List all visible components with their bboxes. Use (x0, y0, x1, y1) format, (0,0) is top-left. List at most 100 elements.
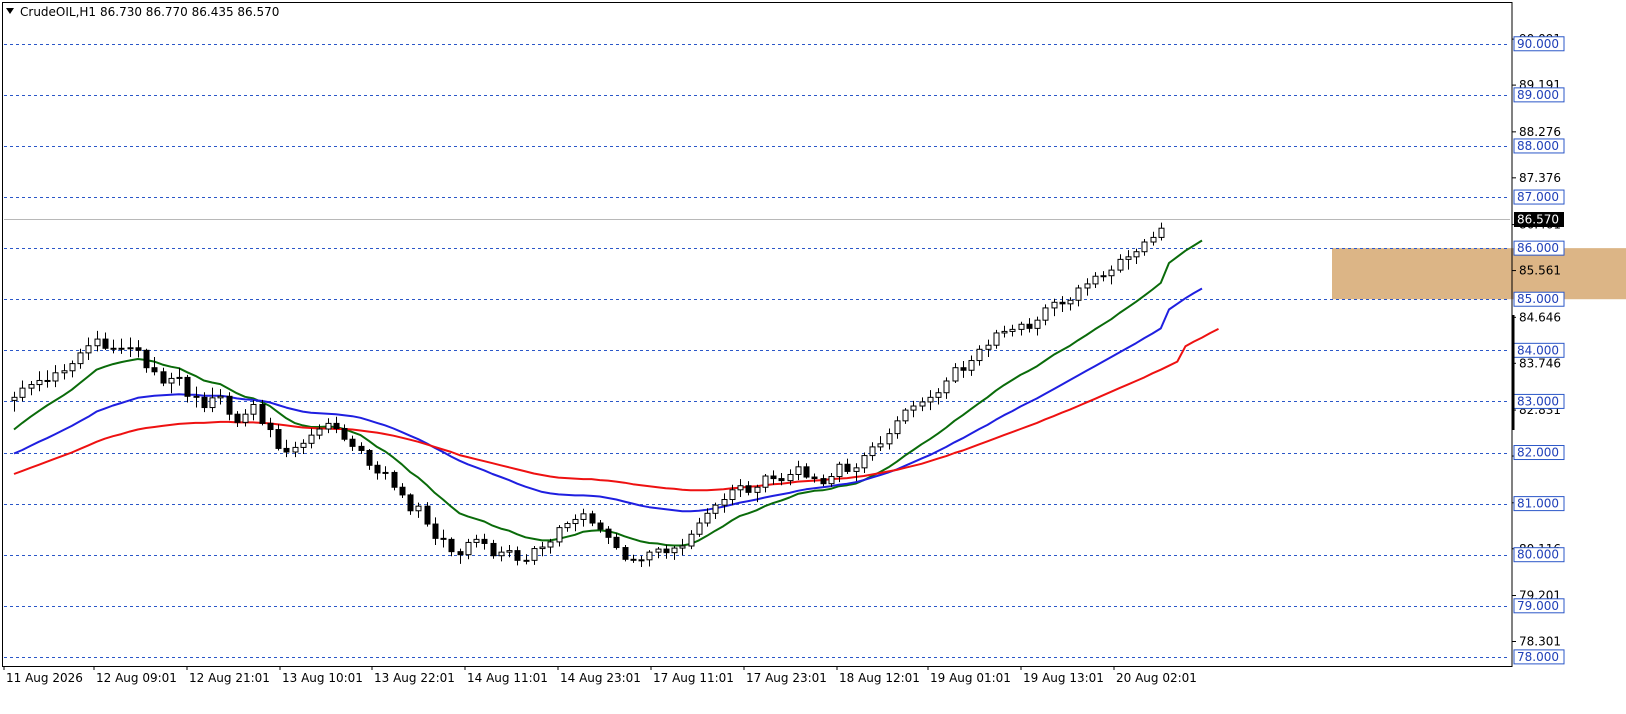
candle-body-up (704, 512, 711, 524)
candle-body-up (110, 347, 117, 350)
candle-body-down (770, 475, 777, 480)
candle-body-up (36, 379, 43, 386)
candle-body-down (514, 550, 521, 561)
candle-body-up (300, 442, 307, 448)
level-tag-label: 80.000 (1517, 548, 1559, 562)
candle-body-down (407, 494, 414, 512)
candle-body-up (19, 387, 26, 398)
candle-body-up (638, 559, 645, 562)
candle-body-up (952, 367, 959, 382)
candle-body-up (729, 489, 736, 501)
candle-body-down (1059, 301, 1066, 305)
candle-body-up (877, 443, 884, 448)
candle-body-up (1001, 330, 1008, 334)
candle-body-down (151, 367, 158, 373)
level-tag-label: 87.000 (1517, 190, 1559, 204)
candle-body-up (787, 473, 794, 482)
candle-body-up (1133, 251, 1140, 258)
candle-body-up (325, 422, 332, 430)
candle-body-up (250, 403, 257, 415)
candle-body-up (498, 551, 505, 557)
candle-body-down (457, 551, 464, 556)
candle-body-up (671, 547, 678, 554)
supply-demand-zone[interactable] (1332, 248, 1626, 300)
level-tag-label: 78.000 (1517, 650, 1559, 664)
candle-body-up (762, 475, 769, 488)
candle-body-down (275, 429, 282, 449)
candle-body-up (168, 377, 175, 384)
level-tag-label: 79.000 (1517, 599, 1559, 613)
candle-body-up (176, 376, 183, 379)
candle-body-up (1141, 241, 1148, 253)
candle-body-up (292, 446, 299, 453)
candle-body-up (1067, 299, 1074, 305)
candle-body-up (655, 548, 662, 553)
candle-body-up (1075, 287, 1082, 301)
time-tick-label: 18 Aug 12:01 (839, 671, 920, 685)
candle-body-down (630, 558, 637, 561)
time-tick-label: 14 Aug 23:01 (560, 671, 641, 685)
level-tag-label: 81.000 (1517, 497, 1559, 511)
candle[interactable] (622, 544, 629, 562)
candle-body-down (333, 422, 340, 430)
candle-body-up (94, 338, 101, 347)
candle-body-up (886, 433, 893, 445)
candle-body-up (52, 372, 59, 382)
time-tick-label: 19 Aug 13:01 (1023, 671, 1104, 685)
candle-body-down (102, 338, 109, 349)
candle-body-down (490, 542, 497, 557)
candle-body-up (1018, 323, 1025, 330)
chart-background (0, 0, 1626, 714)
candle-body-up (1084, 283, 1091, 289)
candle-body-down (663, 548, 670, 554)
candle-body-up (580, 513, 587, 520)
price-tick-label: 84.646 (1519, 310, 1561, 324)
candle-body-up (1150, 236, 1157, 243)
candle-body-down (201, 396, 208, 409)
candle-body-down (399, 486, 406, 496)
candle-body-up (795, 466, 802, 475)
candle-body-up (308, 434, 315, 444)
candle-body-down (1026, 323, 1033, 329)
candle-body-up (754, 486, 761, 493)
candle-body-up (61, 370, 68, 374)
candle-body-down (481, 538, 488, 544)
time-tick-label: 13 Aug 22:01 (374, 671, 455, 685)
candle-body-up (828, 476, 835, 485)
candle-body-up (415, 505, 422, 512)
candle-body-up (1042, 307, 1049, 321)
time-tick-label: 14 Aug 11:01 (467, 671, 548, 685)
candle-body-down (44, 379, 51, 382)
candle-body-up (382, 471, 389, 474)
chart-window[interactable]: 90.09189.19188.27687.37686.46185.56184.6… (0, 0, 1626, 714)
candle-body-down (589, 513, 596, 524)
candle-body-down (358, 445, 365, 451)
time-tick-label: 13 Aug 10:01 (282, 671, 363, 685)
candle[interactable] (391, 470, 398, 491)
current-price-label: 86.570 (1517, 213, 1559, 227)
candle-body-up (572, 518, 579, 525)
candlestick-chart[interactable]: 90.09189.19188.27687.37686.46185.56184.6… (0, 0, 1626, 714)
candle-body-down (366, 449, 373, 466)
level-tag-label: 89.000 (1517, 88, 1559, 102)
candle-body-down (622, 547, 629, 560)
time-tick-label: 17 Aug 11:01 (653, 671, 734, 685)
candle-body-up (69, 363, 76, 372)
candle-body-up (985, 344, 992, 350)
candle-body-up (943, 380, 950, 394)
candle-body-up (1051, 301, 1058, 309)
level-tag-label: 84.000 (1517, 343, 1559, 357)
candle-body-up (242, 413, 249, 423)
candle[interactable] (424, 502, 431, 527)
candle-body-up (556, 527, 563, 543)
candle-body-up (679, 545, 686, 549)
candle-body-up (28, 384, 35, 389)
candle-body-up (217, 395, 224, 399)
candle-body-down (960, 367, 967, 371)
candle-body-down (349, 438, 356, 447)
candle-body-down (267, 422, 274, 431)
candle-body-up (976, 348, 983, 362)
candle-body-up (531, 548, 538, 561)
chart-header: CrudeOIL,H1 86.730 86.770 86.435 86.570 (6, 5, 279, 19)
zone-layer (1332, 248, 1626, 300)
